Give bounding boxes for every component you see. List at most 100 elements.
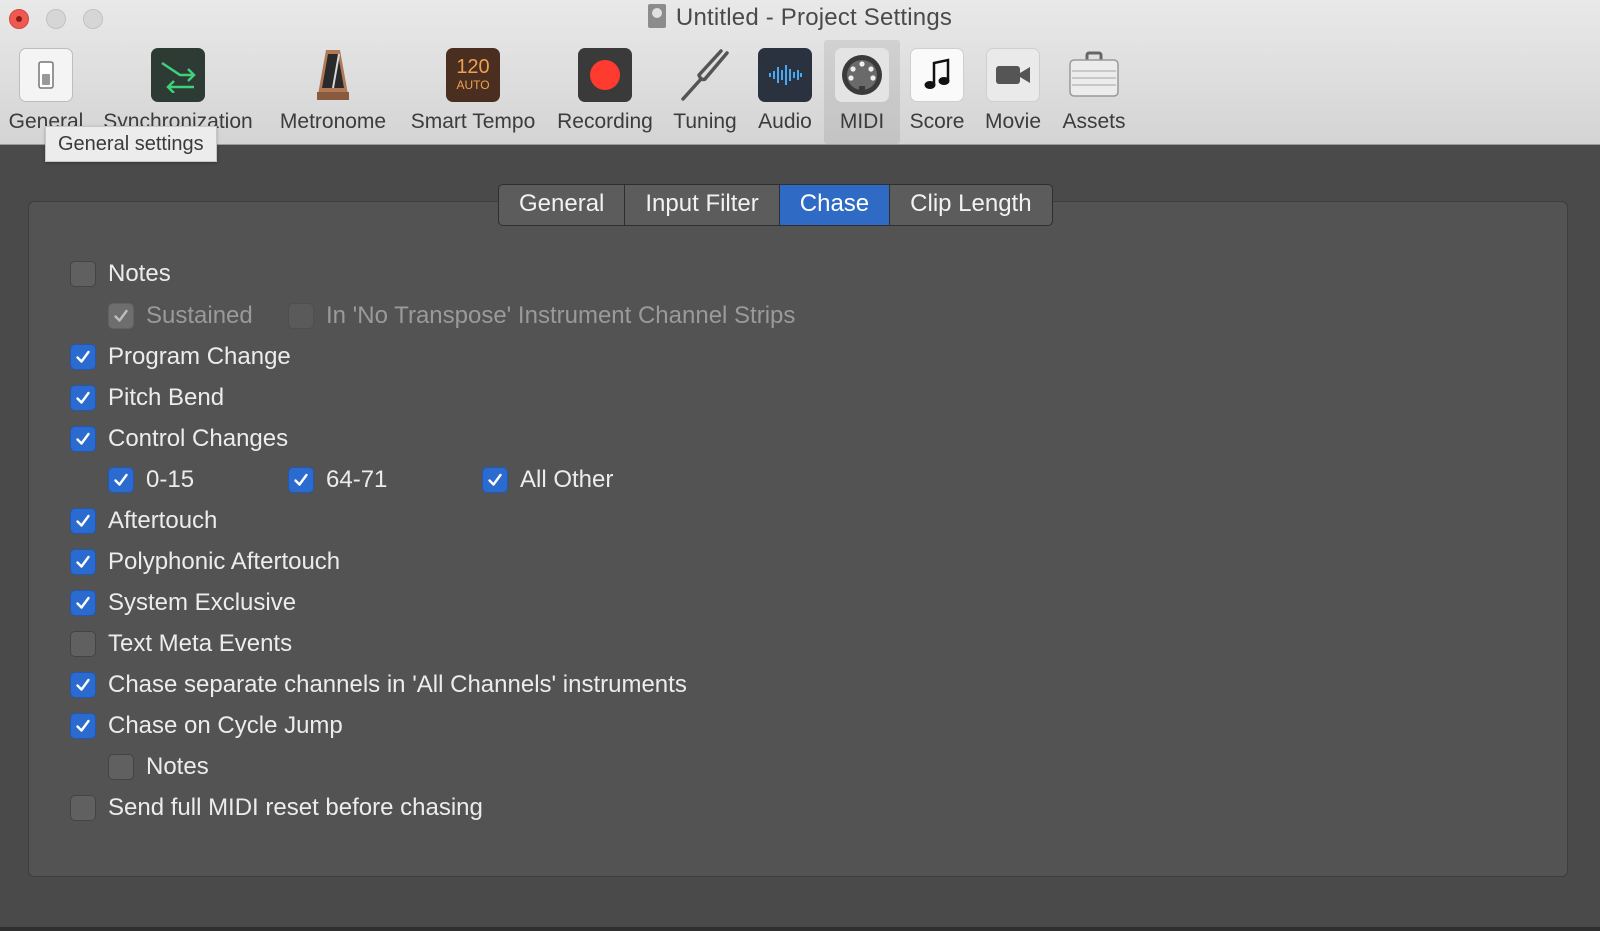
toolbar-midi[interactable]: MIDI: [824, 40, 900, 144]
record-icon: [578, 48, 632, 102]
text-meta-events-checkbox[interactable]: [70, 631, 96, 657]
toolbar-smart-tempo-label: Smart Tempo: [410, 110, 536, 133]
option-control-changes[interactable]: Control Changes: [70, 424, 288, 454]
cc-64-71-label: 64-71: [326, 466, 388, 493]
tooltip: General settings: [45, 126, 217, 162]
toolbar-midi-label: MIDI: [839, 110, 885, 133]
toolbar-metronome[interactable]: Metronome: [270, 40, 396, 144]
cc-0-15-label: 0-15: [146, 466, 195, 493]
tempo-icon-value: 120: [456, 56, 490, 78]
toolbar-score-label: Score: [909, 110, 965, 133]
checkmark-icon: [76, 596, 90, 609]
send-full-midi-reset-checkbox[interactable]: [70, 795, 96, 821]
checkmark-icon: [488, 473, 502, 486]
no-transpose-checkbox: [288, 303, 314, 329]
option-program-change[interactable]: Program Change: [70, 342, 291, 372]
cc-all-other-checkbox[interactable]: [482, 467, 508, 493]
program-change-checkbox[interactable]: [70, 344, 96, 370]
notes-checkbox[interactable]: [70, 261, 96, 287]
polyphonic-aftertouch-checkbox[interactable]: [70, 549, 96, 575]
briefcase-icon: [1067, 48, 1121, 102]
cc-all-other-label: All Other: [520, 466, 614, 493]
general-switch-icon: [19, 48, 73, 102]
sync-arrows-icon: [151, 48, 205, 102]
checkmark-icon: [294, 473, 308, 486]
system-exclusive-checkbox[interactable]: [70, 590, 96, 616]
settings-tab-bar: General Input Filter Chase Clip Length: [498, 184, 1053, 226]
midi-connector-icon: [835, 48, 889, 102]
send-full-midi-reset-label: Send full MIDI reset before chasing: [108, 794, 483, 821]
tempo-icon: 120 AUTO: [446, 48, 500, 102]
toolbar-tuning-label: Tuning: [673, 110, 737, 133]
option-chase-on-cycle-jump[interactable]: Chase on Cycle Jump: [70, 711, 343, 741]
tuning-fork-icon: [678, 48, 732, 102]
chase-separate-channels-checkbox[interactable]: [70, 672, 96, 698]
option-cycle-notes[interactable]: Notes: [108, 752, 209, 782]
toolbar-assets-label: Assets: [1062, 110, 1126, 133]
sustained-label: Sustained: [146, 302, 253, 329]
program-change-label: Program Change: [108, 343, 291, 370]
option-aftertouch[interactable]: Aftertouch: [70, 506, 217, 536]
control-changes-checkbox[interactable]: [70, 426, 96, 452]
toolbar-assets[interactable]: Assets: [1054, 40, 1134, 144]
option-chase-separate-channels[interactable]: Chase separate channels in 'All Channels…: [70, 670, 687, 700]
aftertouch-checkbox[interactable]: [70, 508, 96, 534]
option-no-transpose: In 'No Transpose' Instrument Channel Str…: [288, 301, 795, 331]
tab-input-filter[interactable]: Input Filter: [625, 185, 780, 225]
system-exclusive-label: System Exclusive: [108, 589, 297, 616]
tab-clip-length[interactable]: Clip Length: [890, 185, 1051, 225]
polyphonic-aftertouch-label: Polyphonic Aftertouch: [108, 548, 341, 575]
option-cc-0-15[interactable]: 0-15: [108, 465, 194, 495]
pitch-bend-checkbox[interactable]: [70, 385, 96, 411]
checkmark-icon: [76, 514, 90, 527]
toolbar-recording[interactable]: Recording: [550, 40, 660, 144]
option-text-meta-events[interactable]: Text Meta Events: [70, 629, 292, 659]
cycle-notes-checkbox[interactable]: [108, 754, 134, 780]
window-title: Untitled - Project Settings: [0, 4, 1600, 32]
text-meta-events-label: Text Meta Events: [108, 630, 293, 657]
option-system-exclusive[interactable]: System Exclusive: [70, 588, 296, 618]
toolbar-recording-label: Recording: [557, 110, 653, 133]
checkmark-icon: [114, 473, 128, 486]
notes-label: Notes: [108, 260, 171, 287]
toolbar-movie[interactable]: Movie: [976, 40, 1050, 144]
tab-general[interactable]: General: [499, 185, 626, 225]
checkmark-icon: [114, 309, 128, 322]
sustained-checkbox: [108, 303, 134, 329]
chase-separate-channels-label: Chase separate channels in 'All Channels…: [108, 671, 687, 698]
toolbar-metronome-label: Metronome: [279, 110, 387, 133]
toolbar-audio[interactable]: Audio: [750, 40, 820, 144]
toolbar-movie-label: Movie: [984, 110, 1042, 133]
checkmark-icon: [76, 719, 90, 732]
option-polyphonic-aftertouch[interactable]: Polyphonic Aftertouch: [70, 547, 340, 577]
music-note-icon: [910, 48, 964, 102]
window-bottom-edge: [0, 927, 1600, 931]
aftertouch-label: Aftertouch: [108, 507, 218, 534]
window-title-text: Untitled - Project Settings: [675, 4, 953, 31]
toolbar-audio-label: Audio: [758, 110, 812, 133]
cc-0-15-checkbox[interactable]: [108, 467, 134, 493]
option-notes[interactable]: Notes: [70, 259, 171, 289]
toolbar-tuning[interactable]: Tuning: [666, 40, 744, 144]
chase-on-cycle-jump-label: Chase on Cycle Jump: [108, 712, 343, 739]
checkmark-icon: [76, 678, 90, 691]
option-cc-64-71[interactable]: 64-71: [288, 465, 387, 495]
no-transpose-label: In 'No Transpose' Instrument Channel Str…: [326, 302, 796, 329]
tab-chase[interactable]: Chase: [779, 185, 891, 225]
option-send-full-midi-reset[interactable]: Send full MIDI reset before chasing: [70, 793, 483, 823]
checkmark-icon: [76, 432, 90, 445]
checkmark-icon: [76, 391, 90, 404]
window-toolbar: Untitled - Project Settings General Sync…: [0, 0, 1600, 145]
toolbar-smart-tempo[interactable]: 120 AUTO Smart Tempo: [402, 40, 544, 144]
option-sustained: Sustained: [108, 301, 253, 331]
checkmark-icon: [76, 555, 90, 568]
cc-64-71-checkbox[interactable]: [288, 467, 314, 493]
metronome-icon: [306, 48, 360, 102]
option-pitch-bend[interactable]: Pitch Bend: [70, 383, 224, 413]
option-cc-all-other[interactable]: All Other: [482, 465, 613, 495]
project-document-icon: [647, 4, 666, 28]
pitch-bend-label: Pitch Bend: [108, 384, 225, 411]
toolbar-score[interactable]: Score: [904, 40, 970, 144]
chase-on-cycle-jump-checkbox[interactable]: [70, 713, 96, 739]
cycle-notes-label: Notes: [146, 753, 209, 780]
